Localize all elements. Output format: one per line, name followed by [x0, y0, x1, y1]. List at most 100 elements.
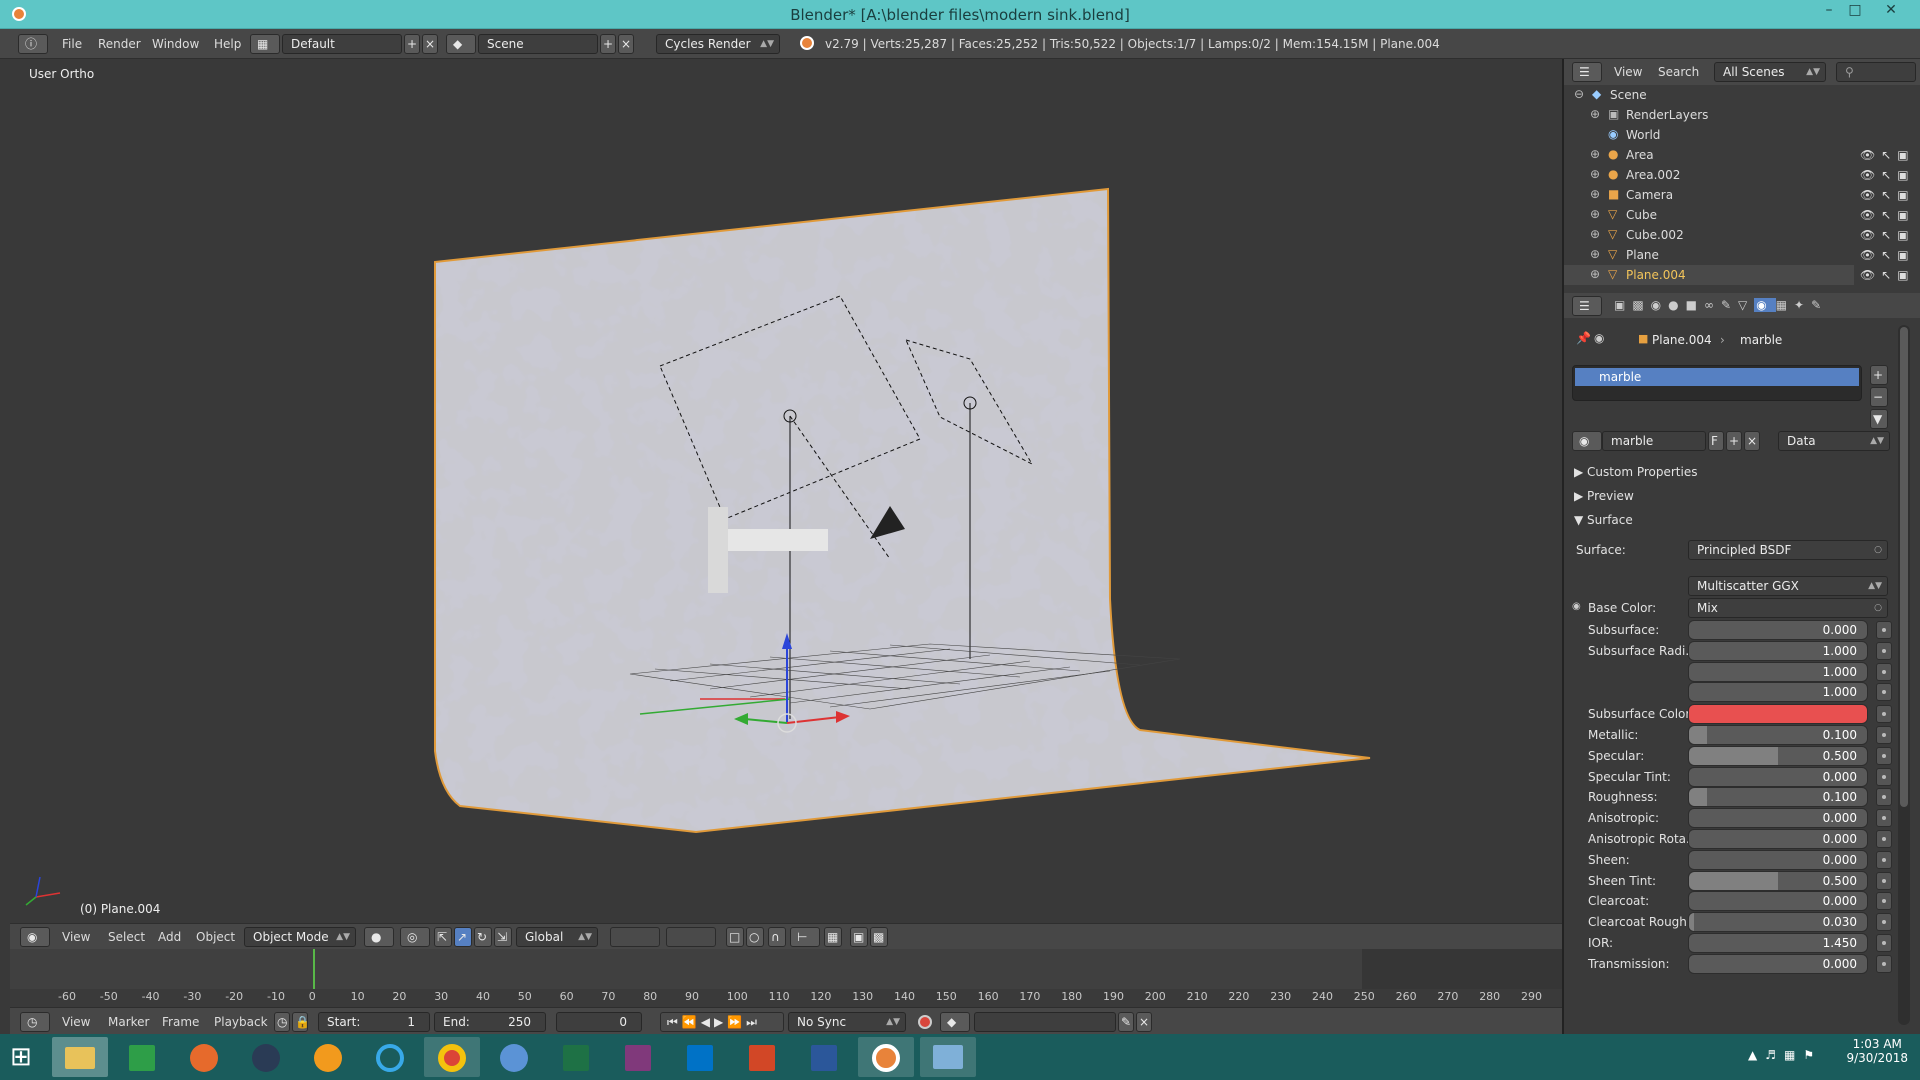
menu-help[interactable]: Help — [214, 37, 241, 51]
socket-link-button[interactable] — [1876, 642, 1892, 660]
translate-icon[interactable]: ↗ — [454, 927, 472, 947]
outliner-item-cube[interactable]: ⊕ ▽ Cube — [1564, 205, 1854, 225]
add-menu[interactable]: Add — [158, 930, 181, 944]
layers-grid-1[interactable] — [610, 927, 660, 947]
timeline-marker-menu[interactable]: Marker — [108, 1015, 149, 1029]
expand-icon[interactable]: ⊖ — [1574, 87, 1584, 101]
shader-field[interactable]: 0.000 — [1688, 767, 1868, 787]
outliner-view-menu[interactable]: View — [1614, 65, 1642, 79]
display-mode-select[interactable]: All Scenes ▲▼ — [1714, 62, 1826, 82]
outlook-icon[interactable] — [672, 1037, 728, 1077]
outliner-editor-icon[interactable]: ☰ — [1572, 62, 1602, 82]
taskbar-clock[interactable]: 1:03 AM 9/30/2018 — [1846, 1037, 1908, 1065]
delete-keyframe-icon[interactable]: × — [1136, 1012, 1152, 1032]
outliner-item-renderlayers[interactable]: ⊕ ▣ RenderLayers — [1564, 105, 1854, 125]
onenote-icon[interactable] — [610, 1037, 666, 1077]
shading-icon[interactable]: ● — [364, 927, 394, 947]
socket-link-button[interactable] — [1876, 934, 1892, 952]
add-layout-button[interactable]: + — [404, 34, 420, 54]
shader-field[interactable]: 0.000 — [1688, 829, 1868, 849]
shader-field[interactable]: 0.000 — [1688, 954, 1868, 974]
internet-explorer-icon[interactable] — [362, 1037, 418, 1077]
orientation-select[interactable]: Global ▲▼ — [516, 927, 598, 947]
store-icon[interactable] — [114, 1037, 170, 1077]
end-frame-field[interactable]: End: 250 — [434, 1012, 546, 1032]
mode-select[interactable]: Object Mode ▲▼ — [244, 927, 356, 947]
slot-specials-button[interactable]: ▼ — [1870, 409, 1888, 429]
outliner-search-menu[interactable]: Search — [1658, 65, 1699, 79]
panel-preview[interactable]: ▶ Preview — [1574, 489, 1634, 503]
steam-icon[interactable] — [238, 1037, 294, 1077]
select-menu[interactable]: Select — [108, 930, 145, 944]
chrome-icon[interactable] — [424, 1037, 480, 1077]
base-color-select[interactable]: Mix ○ — [1688, 598, 1888, 618]
snap-icon[interactable]: ∩ — [768, 927, 786, 947]
scene-icon[interactable]: ◆ — [446, 34, 476, 54]
expand-icon[interactable]: ⊕ — [1590, 227, 1600, 241]
sync-select[interactable]: No Sync ▲▼ — [788, 1012, 906, 1032]
socket-link-button[interactable] — [1876, 913, 1892, 931]
subsurface-color-swatch[interactable] — [1688, 704, 1868, 724]
socket-link-button[interactable] — [1876, 955, 1892, 973]
render-anim-icon[interactable]: ▩ — [870, 927, 888, 947]
outliner-item-area[interactable]: ⊕ ● Area — [1564, 145, 1854, 165]
socket-link-button[interactable] — [1876, 892, 1892, 910]
shader-field[interactable]: 0.000 — [1688, 808, 1868, 828]
close-button[interactable]: ✕ — [1878, 2, 1904, 24]
properties-editor[interactable]: ☰ ▣▩◉●■∞✎▽ ◉ ▦✦✎ 📌 ◉ ■ Plane.004 › marble … — [1562, 293, 1920, 1034]
outliner[interactable]: ☰ View Search All Scenes ▲▼ ⚲ ⊖ ◆ Scene ⊕ ▣ R… — [1562, 59, 1920, 293]
outliner-item-area-002[interactable]: ⊕ ● Area.002 — [1564, 165, 1854, 185]
word-icon[interactable] — [796, 1037, 852, 1077]
socket-link-button[interactable] — [1876, 851, 1892, 869]
system-tray-icons[interactable]: ▲♬▦⚑ — [1748, 1048, 1822, 1062]
preview-range-icon[interactable]: ◷ — [274, 1012, 290, 1032]
shader-field[interactable]: 1.000 — [1688, 641, 1868, 661]
view3d-editor-icon[interactable]: ◉ — [20, 927, 50, 947]
remove-layout-button[interactable]: × — [422, 34, 438, 54]
lock-range-icon[interactable]: 🔒 — [292, 1012, 310, 1032]
shader-field[interactable]: 0.100 — [1688, 725, 1868, 745]
socket-link-button[interactable] — [1876, 872, 1892, 890]
pivot-icon[interactable]: ◎ — [400, 927, 430, 947]
shader-field[interactable]: 0.100 — [1688, 787, 1868, 807]
remote-desktop-icon[interactable] — [920, 1037, 976, 1077]
minimize-button[interactable]: – — [1816, 2, 1842, 24]
shader-field[interactable]: 0.000 — [1688, 891, 1868, 911]
firefox-icon[interactable] — [176, 1037, 232, 1077]
screen-layout-select[interactable]: Default — [282, 34, 402, 54]
outliner-item-cube-002[interactable]: ⊕ ▽ Cube.002 — [1564, 225, 1854, 245]
timeline[interactable]: -60 -50 -40 -30 -20 -10 0 10 20 30 40 50 60 70 80 90 100… — [10, 949, 1562, 1007]
rotate-icon[interactable]: ↻ — [474, 927, 492, 947]
properties-scrollbar[interactable] — [1898, 325, 1910, 1025]
half-life-icon[interactable] — [300, 1037, 356, 1077]
windows-start-icon[interactable]: ⊞ — [10, 1042, 40, 1072]
socket-link-button[interactable] — [1876, 683, 1892, 701]
shader-field[interactable]: 0.500 — [1688, 746, 1868, 766]
material-name-field[interactable]: marble — [1602, 431, 1706, 451]
opengl-render-icon[interactable]: ▣ — [850, 927, 868, 947]
outliner-item-camera[interactable]: ⊕ ■ Camera — [1564, 185, 1854, 205]
menu-window[interactable]: Window — [152, 37, 199, 51]
shader-field[interactable]: 1.450 — [1688, 933, 1868, 953]
expand-icon[interactable]: ⊕ — [1590, 267, 1600, 281]
keying-icon[interactable]: ◆ — [940, 1012, 970, 1032]
playback-controls[interactable]: ⏮⏪◀▶⏩⏭ — [660, 1012, 784, 1032]
socket-link-button[interactable] — [1876, 809, 1892, 827]
remove-scene-button[interactable]: × — [618, 34, 634, 54]
timeline-editor-icon[interactable]: ◷ — [20, 1012, 50, 1032]
expand-icon[interactable]: ⊕ — [1590, 167, 1600, 181]
powerpoint-icon[interactable] — [734, 1037, 790, 1077]
menu-render[interactable]: Render — [98, 37, 141, 51]
socket-link-button[interactable] — [1876, 663, 1892, 681]
proportional-icon[interactable]: ○ — [746, 927, 764, 947]
editor-type-icon[interactable]: ⓘ — [18, 34, 48, 54]
timeline-view-menu[interactable]: View — [62, 1015, 90, 1029]
pin-icon[interactable]: 📌 — [1576, 331, 1591, 345]
render-engine-select[interactable]: Cycles Render ▲▼ — [656, 34, 780, 54]
expand-icon[interactable]: ⊕ — [1590, 187, 1600, 201]
current-frame-field[interactable]: 0 — [556, 1012, 642, 1032]
expand-icon[interactable]: ⊕ — [1590, 147, 1600, 161]
expand-icon[interactable]: ⊕ — [1590, 247, 1600, 261]
outliner-search-input[interactable]: ⚲ — [1836, 62, 1916, 82]
start-frame-field[interactable]: Start: 1 — [318, 1012, 430, 1032]
